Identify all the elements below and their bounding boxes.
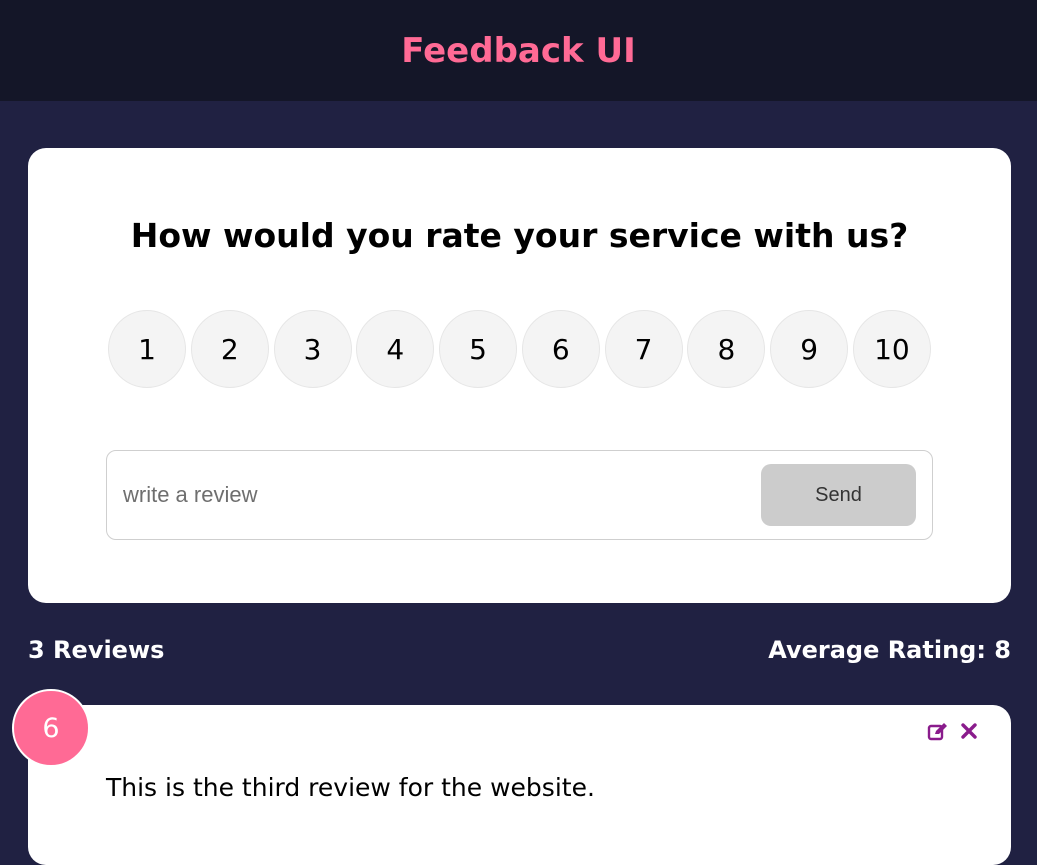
review-actions [927, 721, 977, 741]
rating-option-8[interactable]: 8 [687, 310, 766, 388]
review-input-group: Send [106, 450, 933, 540]
rating-option-5[interactable]: 5 [439, 310, 518, 388]
edit-icon[interactable] [927, 721, 949, 741]
rating-option-2[interactable]: 2 [190, 310, 269, 388]
rating-option-7[interactable]: 7 [604, 310, 683, 388]
rating-options: 1 2 3 4 5 6 7 8 9 10 [108, 310, 931, 388]
rating-option-3[interactable]: 3 [273, 310, 352, 388]
review-input[interactable] [123, 482, 761, 508]
rating-option-9[interactable]: 9 [770, 310, 849, 388]
review-stats: 3 Reviews Average Rating: 8 [28, 636, 1011, 664]
close-icon[interactable] [961, 723, 977, 739]
rating-question: How would you rate your service with us? [130, 216, 909, 255]
review-card: This is the third review for the website… [28, 705, 1011, 865]
send-button[interactable]: Send [761, 464, 916, 526]
review-text: This is the third review for the website… [106, 773, 595, 802]
feedback-form-card: How would you rate your service with us?… [28, 148, 1011, 603]
reviews-count: 3 Reviews [28, 636, 165, 664]
average-rating: Average Rating: 8 [768, 636, 1011, 664]
review-rating-badge: 6 [12, 689, 90, 767]
rating-option-1[interactable]: 1 [108, 310, 186, 388]
rating-option-6[interactable]: 6 [521, 310, 600, 388]
rating-option-10[interactable]: 10 [852, 310, 931, 388]
app-header: Feedback UI [0, 0, 1037, 101]
app-title: Feedback UI [401, 30, 636, 71]
rating-option-4[interactable]: 4 [356, 310, 435, 388]
